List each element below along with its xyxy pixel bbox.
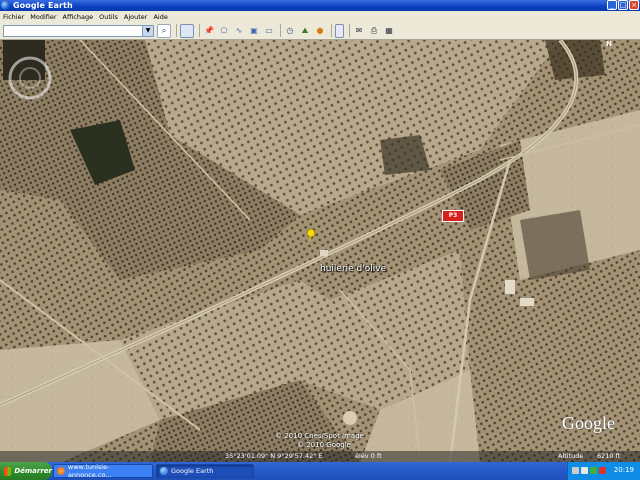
taskbar-item-browser[interactable]: www.tunisie-annonce.co... xyxy=(53,463,153,479)
road-label-badge: P3 xyxy=(442,210,464,222)
google-logo: Google xyxy=(562,413,615,433)
taskbar-item-label: Google Earth xyxy=(171,467,214,475)
placemark-label[interactable]: huilerie d'olive xyxy=(320,264,386,274)
google-earth-icon xyxy=(160,467,168,475)
taskbar-item-label: www.tunisie-annonce.co... xyxy=(67,463,112,479)
overlay-icon[interactable]: ▣ xyxy=(248,25,260,37)
toolbar-separator xyxy=(199,24,200,37)
altitude-value: 6210 ft xyxy=(597,452,621,460)
system-tray: 20:19 xyxy=(567,462,640,480)
navigation-compass-icon[interactable] xyxy=(0,40,60,100)
toolbar: ▼ ⌕ 📌 ⬠ ∿ ▣ ▭ ◷ ⛰ ● ✉ ⎙ ▦ xyxy=(0,22,640,40)
copyright-line-1: © 2010 Cnes/Spot Image xyxy=(275,432,364,440)
map-viewport[interactable]: huilerie d'olive P3 N © 2010 Cnes/Spot I… xyxy=(0,40,640,463)
menu-aide[interactable]: Aide xyxy=(153,13,167,21)
menu-bar: Fichier Modifier Affichage Outils Ajoute… xyxy=(0,11,640,22)
firefox-icon xyxy=(57,467,65,475)
print-icon[interactable]: ⎙ xyxy=(368,25,380,37)
polygon-icon[interactable]: ⬠ xyxy=(218,25,230,37)
menu-outils[interactable]: Outils xyxy=(99,13,118,21)
compass-north-label: N xyxy=(606,40,612,48)
planets-icon[interactable]: ● xyxy=(314,25,326,37)
media-play-icon[interactable] xyxy=(590,467,597,474)
email-icon[interactable]: ✉ xyxy=(353,25,365,37)
start-button[interactable]: Démarrer xyxy=(0,462,52,480)
menu-fichier[interactable]: Fichier xyxy=(3,13,24,21)
satellite-imagery xyxy=(0,40,640,463)
network-icon[interactable] xyxy=(572,467,579,474)
elevation-readout: élév 0 ft xyxy=(355,452,382,460)
minimize-button[interactable]: _ xyxy=(607,0,617,10)
window-title: Google Earth xyxy=(13,1,73,10)
toolbar-separator xyxy=(176,24,177,37)
menu-ajouter[interactable]: Ajouter xyxy=(124,13,148,21)
sidebar-icon[interactable] xyxy=(180,23,194,38)
toolbar-separator xyxy=(280,24,281,37)
close-button[interactable]: × xyxy=(629,0,639,10)
status-bar: 35°23'01.09" N 9°29'57.42" E élév 0 ft A… xyxy=(0,451,640,462)
title-bar: Google Earth _ □ × xyxy=(0,0,640,11)
search-dropdown-arrow[interactable]: ▼ xyxy=(142,25,153,36)
view-in-maps-icon[interactable]: ▦ xyxy=(383,25,395,37)
toolbar-separator xyxy=(349,24,350,37)
start-label: Démarrer xyxy=(14,467,52,475)
placemark-icon[interactable]: 📌 xyxy=(203,25,215,37)
path-icon[interactable]: ∿ xyxy=(233,25,245,37)
taskbar: Démarrer www.tunisie-annonce.co... Googl… xyxy=(0,462,640,480)
taskbar-item-google-earth[interactable]: Google Earth xyxy=(156,464,254,478)
security-alert-icon[interactable] xyxy=(599,467,606,474)
historical-imagery-icon[interactable]: ◷ xyxy=(284,25,296,37)
search-icon[interactable]: ⌕ xyxy=(157,23,171,38)
altitude-label: Altitude xyxy=(558,452,584,460)
maximize-button[interactable]: □ xyxy=(618,0,628,10)
volume-icon[interactable] xyxy=(581,467,588,474)
google-earth-icon xyxy=(1,1,10,10)
ruler-icon[interactable] xyxy=(335,23,344,38)
copyright-notice: © 2010 Cnes/Spot Image © 2010 Google xyxy=(275,432,364,450)
menu-modifier[interactable]: Modifier xyxy=(30,13,56,21)
clock: 20:19 xyxy=(613,466,634,474)
record-tour-icon[interactable]: ▭ xyxy=(263,25,275,37)
window-controls: _ □ × xyxy=(607,0,639,10)
sun-icon[interactable]: ⛰ xyxy=(299,25,311,37)
copyright-line-2: © 2010 Google xyxy=(297,441,351,449)
coordinates-readout: 35°23'01.09" N 9°29'57.42" E xyxy=(225,452,323,460)
toolbar-separator xyxy=(331,24,332,37)
search-input[interactable]: ▼ xyxy=(3,24,154,37)
menu-affichage[interactable]: Affichage xyxy=(63,13,94,21)
windows-flag-icon xyxy=(4,466,12,476)
